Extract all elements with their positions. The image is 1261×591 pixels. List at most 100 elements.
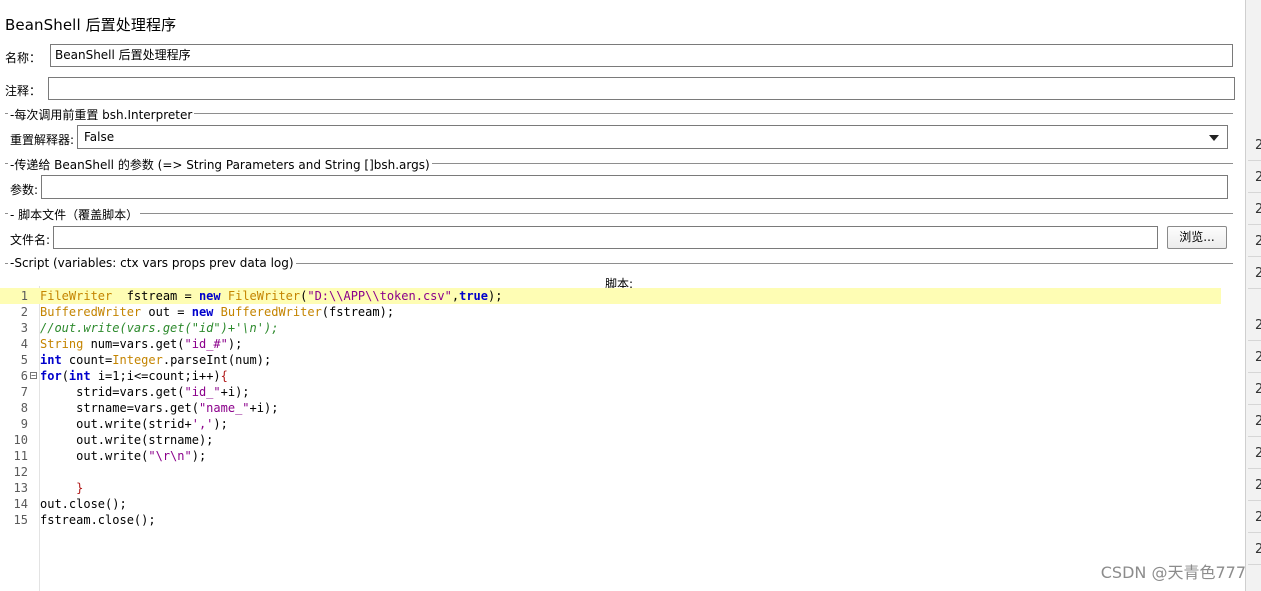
code-token: out.close(); <box>40 497 127 511</box>
right-panel-item[interactable]: 2 <box>1255 414 1261 429</box>
code-token: ); <box>488 289 503 303</box>
watermark-text: CSDN @天青色777 <box>1100 563 1246 582</box>
code-text: out.write("\r\n"); <box>40 448 206 464</box>
code-text: FileWriter fstream = new FileWriter("D:\… <box>40 288 502 304</box>
code-token: ',' <box>191 417 214 431</box>
code-line[interactable]: 10 out.write(strname); <box>0 432 1221 448</box>
code-token: out.write(strid+ <box>40 417 192 431</box>
code-line[interactable]: 4 String num=vars.get("id_#"); <box>0 336 1221 352</box>
code-token: true <box>459 289 488 303</box>
line-number: 5 <box>20 353 28 367</box>
code-token: +i); <box>249 401 279 415</box>
code-text: //out.write(vars.get("id")+'\n'); <box>40 320 278 336</box>
code-token: out = <box>141 305 192 319</box>
code-token: +i); <box>220 385 250 399</box>
code-line[interactable]: 13 } <box>0 480 1221 496</box>
right-panel-divider <box>1248 500 1261 501</box>
code-token: "id_#" <box>184 337 228 351</box>
code-token: "id_" <box>184 385 221 399</box>
code-line[interactable]: 11 out.write("\r\n"); <box>0 448 1221 464</box>
fold-toggle-icon[interactable]: − <box>30 372 37 380</box>
script-editor[interactable]: 1 FileWriter fstream = new FileWriter("D:… <box>0 286 1245 591</box>
code-text: fstream.close(); <box>40 512 156 528</box>
code-token: out.write(strname); <box>40 433 214 447</box>
reset-section-title: -每次调用前重置 bsh.Interpreter <box>8 106 195 123</box>
line-number: 3 <box>20 321 28 335</box>
browse-button[interactable]: 浏览... <box>1167 226 1227 249</box>
right-panel-item[interactable]: 2 <box>1255 478 1261 493</box>
code-token: ); <box>213 417 228 431</box>
line-number: 13 <box>13 481 28 495</box>
code-token: //out.write(vars.get("id")+'\n'); <box>40 321 279 335</box>
code-token: int <box>40 353 62 367</box>
code-token: String <box>40 337 84 351</box>
code-token: ( <box>61 369 69 383</box>
line-number: 12 <box>13 465 28 479</box>
code-token: "\r\n" <box>148 449 192 463</box>
code-text: out.write(strname); <box>40 432 213 448</box>
code-token: FileWriter <box>220 289 301 303</box>
code-token: BufferedWriter <box>213 305 322 319</box>
code-token: i=1;i<=count;i++) <box>90 369 221 383</box>
line-number: 2 <box>20 305 28 319</box>
comment-label: 注释： <box>5 84 42 98</box>
code-token: ); <box>227 337 243 351</box>
name-field[interactable]: BeanShell 后置处理程序 <box>50 44 1233 67</box>
code-line[interactable]: 9 out.write(strid+','); <box>0 416 1221 432</box>
chevron-down-icon[interactable] <box>1209 135 1219 141</box>
right-panel-item[interactable]: 2 <box>1255 318 1261 333</box>
code-line[interactable]: 3 //out.write(vars.get("id")+'\n'); <box>0 320 1221 336</box>
file-section-title-text: 脚本文件（覆盖脚本） <box>18 208 139 222</box>
right-panel-divider <box>1248 340 1261 341</box>
code-line[interactable]: 6− for(int i=1;i<=count;i++){ <box>0 368 1221 384</box>
reset-section-title-text: 每次调用前重置 bsh.Interpreter <box>14 108 193 122</box>
beanshell-postprocessor-panel: BeanShell 后置处理程序 名称： BeanShell 后置处理程序 注释… <box>0 0 1245 591</box>
code-line[interactable]: 1 FileWriter fstream = new FileWriter("D:… <box>0 288 1221 304</box>
code-token: "D:\\APP\\token.csv" <box>307 289 452 303</box>
right-panel-item[interactable]: 2 <box>1255 350 1261 365</box>
line-number: 1 <box>20 289 28 303</box>
file-section-title: - 脚本文件（覆盖脚本） <box>8 206 141 223</box>
code-text: strid=vars.get("id_"+i); <box>40 384 250 400</box>
code-token: "name_" <box>198 401 250 415</box>
code-line[interactable]: 12 <box>0 464 1221 480</box>
right-panel-item[interactable]: 2 <box>1255 510 1261 525</box>
right-panel-item[interactable]: 2 <box>1255 266 1261 281</box>
code-text: String num=vars.get("id_#"); <box>40 336 242 352</box>
code-line[interactable]: 2 BufferedWriter out = new BufferedWriter… <box>0 304 1221 320</box>
params-section-title-text: 传递给 BeanShell 的参数 (=> String Parameters … <box>14 158 430 172</box>
name-label: 名称： <box>5 51 42 65</box>
line-number: 4 <box>20 337 28 351</box>
right-panel-divider <box>1248 224 1261 225</box>
code-token: FileWriter <box>40 289 113 303</box>
code-token: Integer <box>112 353 163 367</box>
code-text: strname=vars.get("name_"+i); <box>40 400 278 416</box>
params-section-title: -传递给 BeanShell 的参数 (=> String Parameters… <box>8 156 432 173</box>
code-text: int count=Integer.parseInt(num); <box>40 352 271 368</box>
right-panel-item[interactable]: 2 <box>1255 382 1261 397</box>
right-panel-item[interactable]: 2 <box>1255 234 1261 249</box>
right-panel-item[interactable]: 2 <box>1255 138 1261 153</box>
code-line[interactable]: 5 int count=Integer.parseInt(num); <box>0 352 1221 368</box>
line-number: 15 <box>13 513 28 527</box>
code-token: { <box>220 369 228 383</box>
code-line[interactable]: 8 strname=vars.get("name_"+i); <box>0 400 1221 416</box>
comment-field[interactable] <box>48 77 1235 100</box>
code-token: new <box>198 289 221 303</box>
reset-interpreter-value: False <box>84 130 115 144</box>
code-token: (fstream); <box>321 305 395 319</box>
right-panel-item[interactable]: 2 <box>1255 446 1261 461</box>
params-field[interactable] <box>41 175 1228 199</box>
code-line[interactable]: 14 out.close(); <box>0 496 1221 512</box>
params-label: 参数: <box>10 183 39 197</box>
right-panel-item[interactable]: 2 <box>1255 542 1261 557</box>
filename-field[interactable] <box>53 226 1158 249</box>
code-token: strid=vars.get( <box>40 385 185 399</box>
right-panel-item[interactable]: 2 <box>1255 202 1261 217</box>
code-line[interactable]: 7 strid=vars.get("id_"+i); <box>0 384 1221 400</box>
code-line[interactable]: 15 fstream.close(); <box>0 512 1221 528</box>
reset-interpreter-select[interactable]: False <box>77 125 1228 149</box>
line-number: 14 <box>13 497 28 511</box>
code-token: count= <box>61 353 113 367</box>
right-panel-item[interactable]: 2 <box>1255 170 1261 185</box>
